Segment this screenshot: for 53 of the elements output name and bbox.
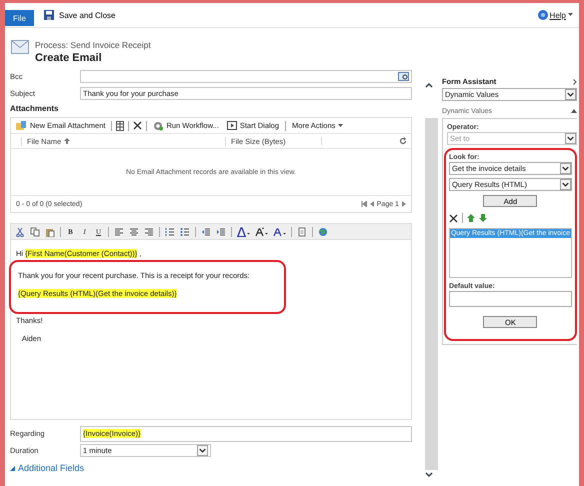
dropdown-icon[interactable] [560,179,571,190]
align-left-icon[interactable] [114,226,124,236]
caret-icon [568,13,573,17]
process-name: Process: Send Invoice Receipt [35,40,151,50]
scrollbar-track[interactable] [424,118,438,470]
dropdown-icon[interactable] [560,163,571,174]
delete-icon[interactable] [133,121,142,130]
previous-page-icon[interactable] [370,201,374,207]
section-title: Attachments [10,104,60,113]
expand-icon [10,466,15,470]
chevron-right-icon[interactable] [573,78,577,84]
additional-fields-link[interactable]: Additional Fields [10,463,420,473]
lookup-icon[interactable] [398,72,409,81]
scroll-down-icon[interactable] [424,472,433,478]
form-title: Create Email [35,52,103,64]
first-page-icon[interactable] [360,201,367,207]
indent-icon[interactable] [216,226,226,236]
help-link[interactable]: Help [538,10,573,20]
copy-icon[interactable] [30,226,40,236]
next-page-icon[interactable] [402,201,406,207]
collapse-icon[interactable] [571,109,577,113]
dropdown-icon[interactable] [197,445,208,456]
font-size-icon[interactable] [255,226,268,236]
align-center-icon[interactable] [129,226,139,236]
input-field[interactable] [448,291,572,307]
refresh-icon[interactable] [398,137,407,145]
move-down-icon[interactable] [478,214,487,222]
align-right-icon[interactable] [144,226,154,236]
scroll-up-icon[interactable] [424,82,433,88]
delete-icon[interactable] [448,214,458,222]
envelope-icon [11,40,29,54]
dropdown-icon[interactable] [565,89,576,100]
save-and-close-button[interactable]: Save and Close [44,10,116,20]
document-icon[interactable] [297,226,307,236]
dialog-icon [226,121,237,130]
paste-icon[interactable] [45,226,55,236]
font-color-icon[interactable] [273,226,286,236]
sort-arrow-icon [64,138,70,144]
highlight-icon[interactable] [237,226,250,236]
gear-icon [153,120,164,130]
help-icon [538,10,548,20]
bulleted-list-icon[interactable] [180,226,190,236]
caret-icon [338,124,344,128]
move-up-icon[interactable] [466,214,475,222]
save-icon [44,10,54,20]
file-tab[interactable]: File [5,10,34,26]
outdent-icon[interactable] [201,226,211,236]
lookup-field[interactable] [80,70,412,83]
columns-icon[interactable] [116,120,124,130]
attachment-icon [16,120,27,130]
cut-icon[interactable] [15,226,25,236]
globe-icon[interactable] [318,226,328,236]
numbered-list-icon[interactable] [165,226,175,236]
